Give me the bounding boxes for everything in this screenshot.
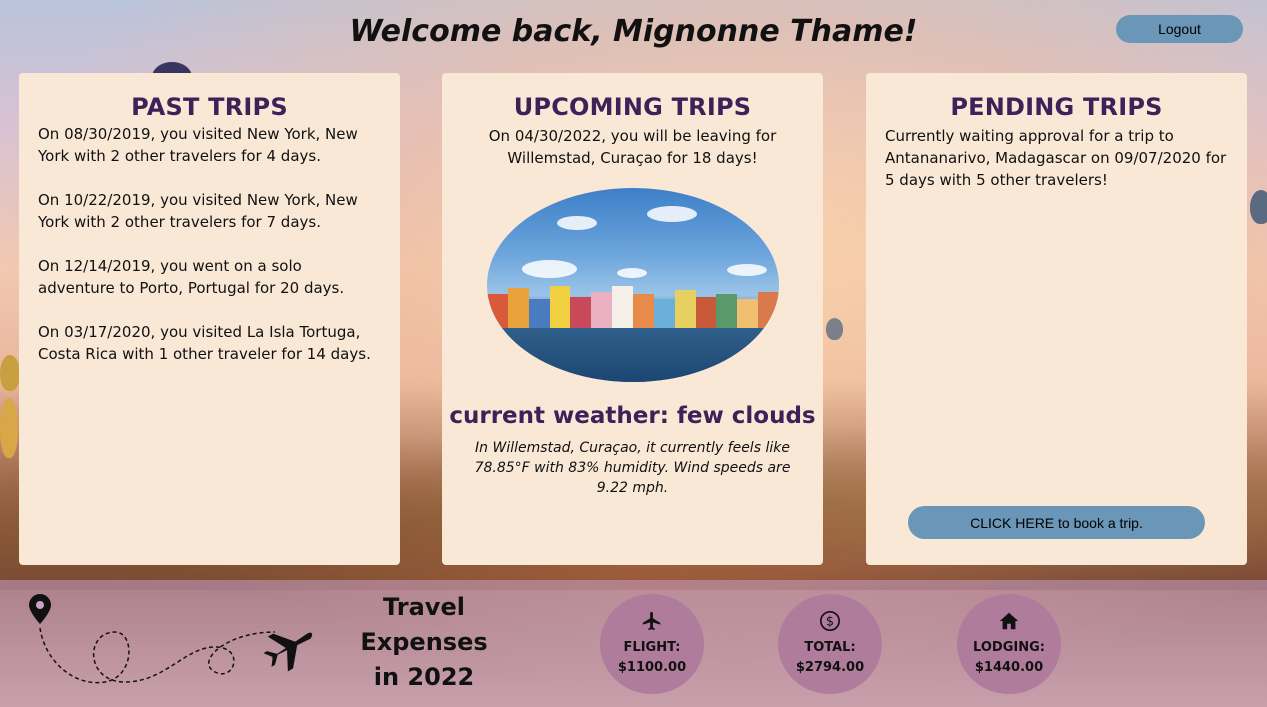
- lodging-value: $1440.00: [974, 660, 1044, 675]
- pending-trips-card: PENDING TRIPS Currently waiting approval…: [866, 73, 1247, 565]
- total-label: TOTAL:: [804, 640, 856, 655]
- list-item: On 08/30/2019, you visited New York, New…: [38, 125, 358, 165]
- past-trips-title: PAST TRIPS: [131, 93, 288, 121]
- lodging-expense: LODGING: $1440.00: [957, 594, 1061, 694]
- expenses-title: Travel Expenses in 2022: [360, 593, 488, 691]
- balloon-decoration: [1250, 190, 1267, 224]
- upcoming-trips-title: UPCOMING TRIPS: [513, 93, 752, 121]
- balloon-decoration: [826, 318, 843, 340]
- airplane-icon: [642, 611, 661, 631]
- weather-title: current weather: few clouds: [449, 403, 816, 429]
- house-icon: [999, 612, 1019, 630]
- balloon-decoration: [0, 355, 20, 391]
- pending-trips-title: PENDING TRIPS: [950, 93, 1163, 121]
- lodging-label: LODGING:: [973, 640, 1045, 655]
- logout-button[interactable]: Logout: [1116, 15, 1243, 43]
- flight-value: $1100.00: [617, 660, 687, 675]
- list-item: On 10/22/2019, you visited New York, New…: [38, 191, 358, 231]
- past-trips-list: On 08/30/2019, you visited New York, New…: [19, 121, 400, 365]
- flight-label: FLIGHT:: [623, 640, 681, 655]
- total-value: $2794.00: [795, 660, 865, 675]
- pending-trip-text: Currently waiting approval for a trip to…: [885, 127, 1227, 189]
- weather-description: In Willemstad, Curaçao, it currently fee…: [474, 440, 791, 496]
- balloon-decoration: [0, 398, 18, 458]
- list-item: On 12/14/2019, you went on a solo advent…: [38, 257, 345, 297]
- dollar-icon: $: [820, 611, 840, 631]
- flight-expense: FLIGHT: $1100.00: [600, 594, 704, 694]
- destination-photo: [487, 188, 779, 382]
- welcome-heading: Welcome back, Mignonne Thame!: [349, 14, 918, 49]
- past-trips-card: PAST TRIPS On 08/30/2019, you visited Ne…: [19, 73, 400, 565]
- upcoming-trips-card: UPCOMING TRIPS On 04/30/2022, you will b…: [442, 73, 823, 565]
- travel-path-icon: [29, 594, 313, 684]
- total-expense: $ TOTAL: $2794.00: [778, 594, 882, 694]
- book-trip-button[interactable]: CLICK HERE to book a trip.: [908, 506, 1205, 539]
- expenses-footer: Travel Expenses in 2022 FLIGHT: $1100.00…: [0, 580, 1267, 707]
- svg-text:$: $: [826, 615, 834, 630]
- list-item: On 03/17/2020, you visited La Isla Tortu…: [38, 323, 371, 363]
- upcoming-trip-text: On 04/30/2022, you will be leaving for W…: [488, 127, 777, 167]
